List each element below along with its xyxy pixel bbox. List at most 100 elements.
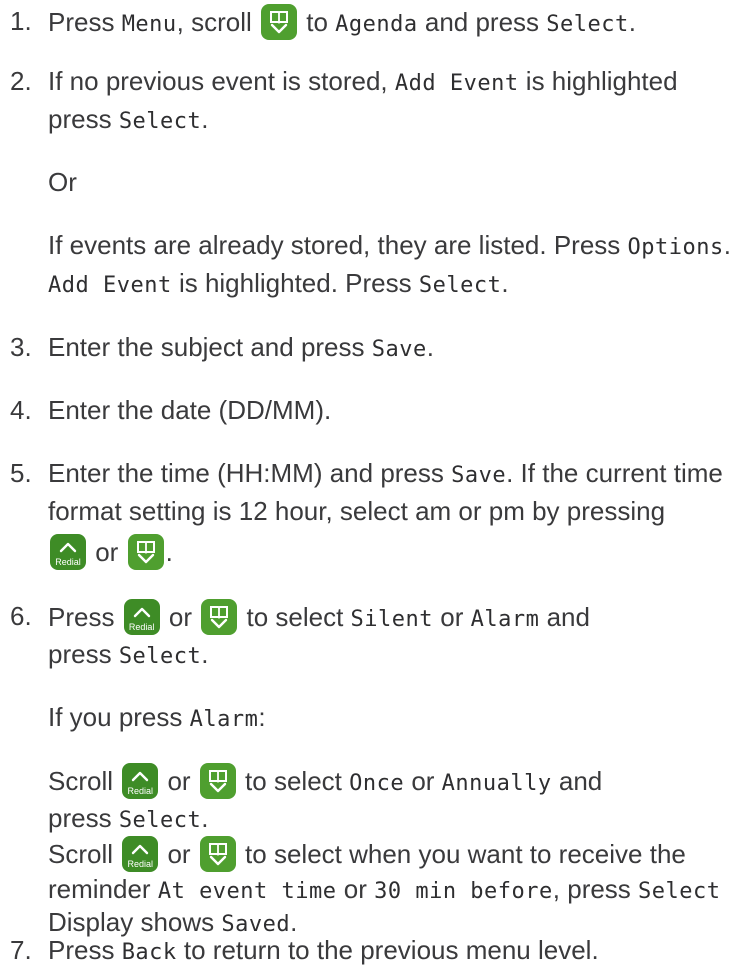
- text: .: [501, 268, 509, 298]
- redial-label: Redial: [127, 786, 153, 796]
- scroll-reminder-note: Scroll Redial or to select when you want…: [48, 836, 753, 872]
- scroll-reminder-note-line-2: reminder At event time or 30 min before,…: [48, 872, 753, 909]
- display-word-annually: Annually: [441, 771, 552, 796]
- step-text: Enter the subject and press Save.: [48, 330, 434, 367]
- text: .: [201, 803, 209, 833]
- display-word-once: Once: [349, 771, 405, 796]
- display-word-add-event: Add Event: [394, 71, 519, 96]
- step-number: 3.: [10, 332, 32, 362]
- display-word-back: Back: [121, 940, 177, 965]
- text: and: [551, 766, 603, 796]
- text: to select when you want to receive the: [237, 839, 686, 869]
- step-text: Press Redial or to select Silent or Alar…: [48, 599, 590, 637]
- display-word-alarm: Alarm: [470, 607, 540, 632]
- text: .: [723, 230, 731, 260]
- text: Scroll: [48, 766, 121, 796]
- text: or: [336, 874, 375, 904]
- text: or: [160, 766, 198, 796]
- step-number: 4.: [10, 395, 32, 425]
- display-word-select: Select: [118, 644, 202, 669]
- text: reminder: [48, 874, 158, 904]
- text: , scroll: [176, 7, 260, 37]
- redial-label: Redial: [55, 557, 81, 567]
- text: press: [48, 104, 119, 134]
- text: If you press: [48, 702, 190, 732]
- step-text-line-2: press Select.: [48, 637, 209, 674]
- scroll-repeat-note-line-2: press Select.: [48, 801, 753, 838]
- text: and press: [417, 7, 547, 37]
- down-phonebook-icon: [127, 534, 164, 570]
- text: , press: [552, 874, 639, 904]
- display-word-silent: Silent: [350, 607, 434, 632]
- instruction-page: 1. Press Menu, scroll to Agenda and pres…: [0, 0, 753, 971]
- down-phonebook-icon: [199, 836, 236, 872]
- display-word-save: Save: [451, 463, 507, 488]
- text: to select: [239, 602, 351, 632]
- text: to return to the previous menu level.: [176, 935, 599, 965]
- text: Press: [48, 935, 122, 965]
- text: If no previous event is stored,: [48, 66, 395, 96]
- step-text-line-2: press Select.: [48, 102, 209, 139]
- text: . If the current time: [506, 458, 723, 488]
- display-word-add-event: Add Event: [48, 273, 172, 298]
- step-text-line-2: format setting is 12 hour, select am or …: [48, 496, 666, 526]
- text: Enter the time (HH:MM) and press: [48, 458, 452, 488]
- redial-label: Redial: [128, 622, 155, 632]
- or-note: Or: [48, 167, 77, 197]
- text: or: [88, 537, 126, 567]
- text: is highlighted: [518, 66, 678, 96]
- text: .: [628, 7, 636, 37]
- text: Enter the subject and press: [48, 332, 372, 362]
- display-word-select: Select: [546, 12, 629, 37]
- scroll-repeat-note: Scroll Redial or to select Once or Annua…: [48, 763, 753, 801]
- step-text: If no previous event is stored, Add Even…: [48, 64, 678, 101]
- step-number: 2.: [10, 66, 32, 96]
- display-word-30-min-before: 30 min before: [374, 879, 553, 904]
- existing-events-note-line-2: Add Event is highlighted. Press Select.: [48, 266, 753, 303]
- step-text: Enter the time (HH:MM) and press Save. I…: [48, 456, 723, 493]
- step-number: 6.: [10, 601, 32, 631]
- step-number: 1.: [10, 6, 32, 36]
- text: .: [165, 537, 173, 567]
- text: or: [160, 839, 198, 869]
- display-word-select: Select: [638, 879, 721, 904]
- display-word-at-event-time: At event time: [157, 879, 337, 904]
- down-phonebook-icon: [199, 763, 236, 799]
- redial-up-icon: Redial: [123, 599, 160, 635]
- display-word-select: Select: [418, 273, 502, 298]
- text: and: [539, 602, 590, 632]
- display-word-alarm: Alarm: [189, 707, 259, 732]
- text: or: [161, 602, 200, 632]
- text: or: [404, 766, 442, 796]
- text: .: [201, 104, 209, 134]
- redial-up-icon: Redial: [122, 763, 159, 799]
- text: If events are already stored, they are l…: [48, 230, 628, 260]
- text: Scroll: [48, 839, 121, 869]
- display-word-select: Select: [118, 109, 202, 134]
- step-text: Enter the date (DD/MM).: [48, 395, 332, 425]
- redial-label: Redial: [127, 859, 153, 869]
- display-word-save: Save: [371, 337, 427, 362]
- down-phonebook-icon: [201, 599, 238, 635]
- down-phonebook-icon: [261, 4, 298, 40]
- display-word-menu: Menu: [121, 12, 177, 37]
- text: press: [48, 639, 119, 669]
- text: .: [426, 332, 434, 362]
- existing-events-note: If events are already stored, they are l…: [48, 228, 753, 265]
- text: to select: [237, 766, 350, 796]
- step-text: Press Back to return to the previous men…: [48, 933, 599, 970]
- alarm-note: If you press Alarm:: [48, 700, 753, 737]
- text: Press: [48, 7, 122, 37]
- text: press: [48, 803, 119, 833]
- display-word-options: Options: [627, 235, 724, 260]
- step-text-line-3: Redial or .: [48, 534, 173, 570]
- step-number: 5.: [10, 458, 32, 488]
- redial-up-icon: Redial: [122, 836, 159, 872]
- text: to: [299, 7, 336, 37]
- text: Press: [48, 602, 122, 632]
- step-text: Press Menu, scroll to Agenda and press S…: [48, 4, 636, 42]
- text: or: [433, 602, 471, 632]
- text: :: [258, 702, 266, 732]
- text: .: [201, 639, 209, 669]
- text: is highlighted. Press: [171, 268, 419, 298]
